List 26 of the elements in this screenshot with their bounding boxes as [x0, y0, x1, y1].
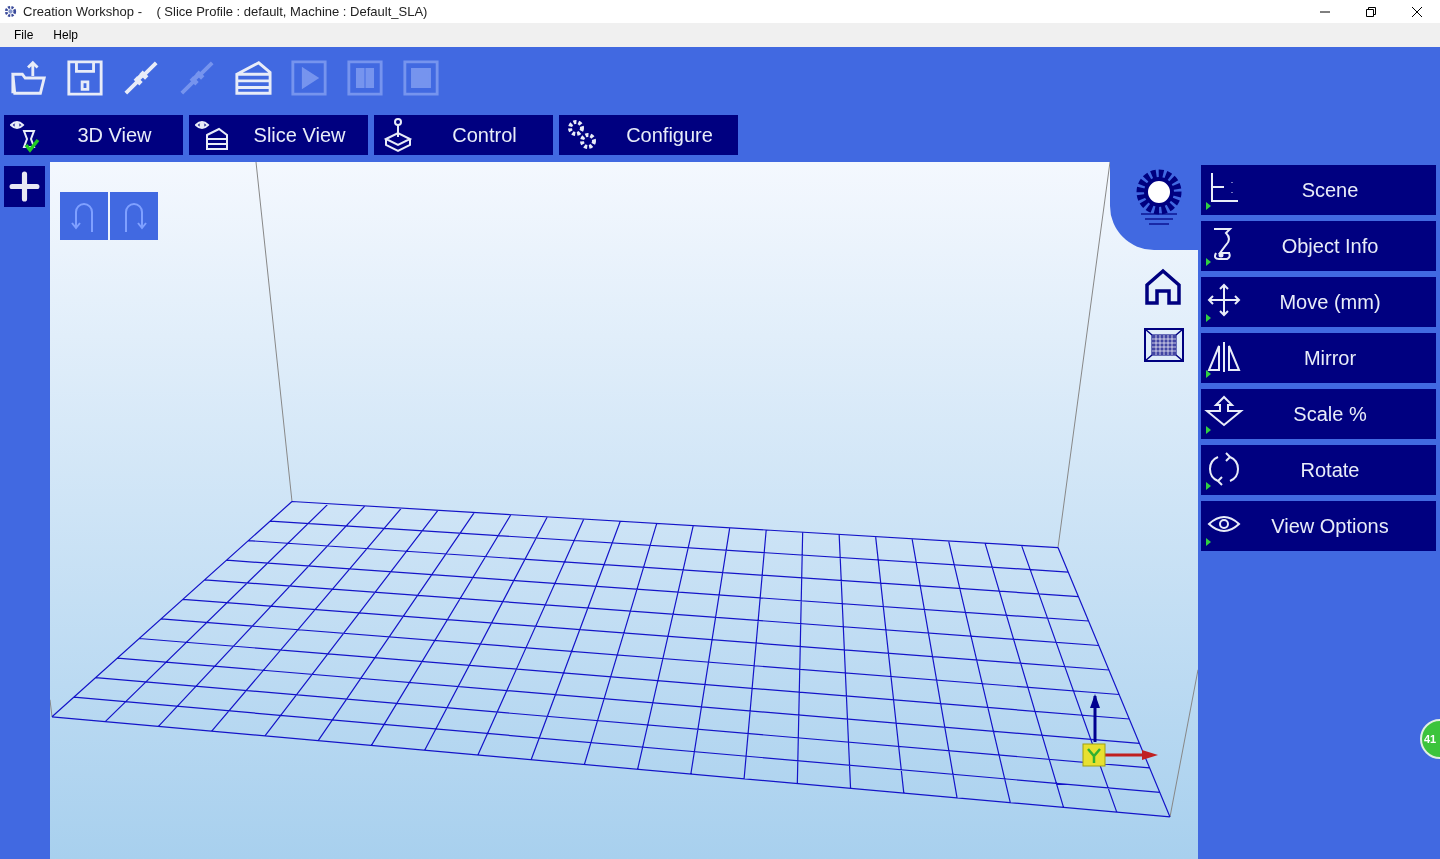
panel-header[interactable]: Scale %: [1201, 389, 1436, 439]
panel-header[interactable]: Rotate: [1201, 445, 1436, 495]
window-title: Creation Workshop - ( Slice Profile : default, Machine : Default_SLA): [23, 4, 428, 19]
panel-header[interactable]: Scene: [1201, 165, 1436, 215]
save-icon[interactable]: [66, 59, 104, 97]
home-icon[interactable]: [1143, 267, 1183, 307]
scale-arrows-icon: [1204, 394, 1244, 434]
tab[interactable]: Configure: [559, 115, 738, 155]
panel-header[interactable]: View Options: [1201, 501, 1436, 551]
panel-header[interactable]: Move (mm): [1201, 277, 1436, 327]
add-button[interactable]: [4, 166, 45, 207]
menu-item[interactable]: Help: [53, 28, 79, 42]
settings-tab[interactable]: [1110, 162, 1198, 250]
panel-header[interactable]: Object Info: [1201, 221, 1436, 271]
open-icon[interactable]: [10, 59, 48, 97]
tab[interactable]: Slice View: [189, 115, 368, 155]
panel-header[interactable]: Mirror: [1201, 333, 1436, 383]
menu-item[interactable]: File: [14, 28, 34, 42]
tab[interactable]: Control: [374, 115, 553, 155]
grid-view-icon[interactable]: [1144, 328, 1184, 362]
tab[interactable]: 3D View: [4, 115, 183, 155]
plus-icon: [9, 171, 40, 202]
slice-icon[interactable]: [234, 59, 272, 97]
count-badge: 41: [1420, 719, 1440, 759]
app-logo-icon: [3, 4, 18, 19]
connect-icon[interactable]: [122, 59, 160, 97]
